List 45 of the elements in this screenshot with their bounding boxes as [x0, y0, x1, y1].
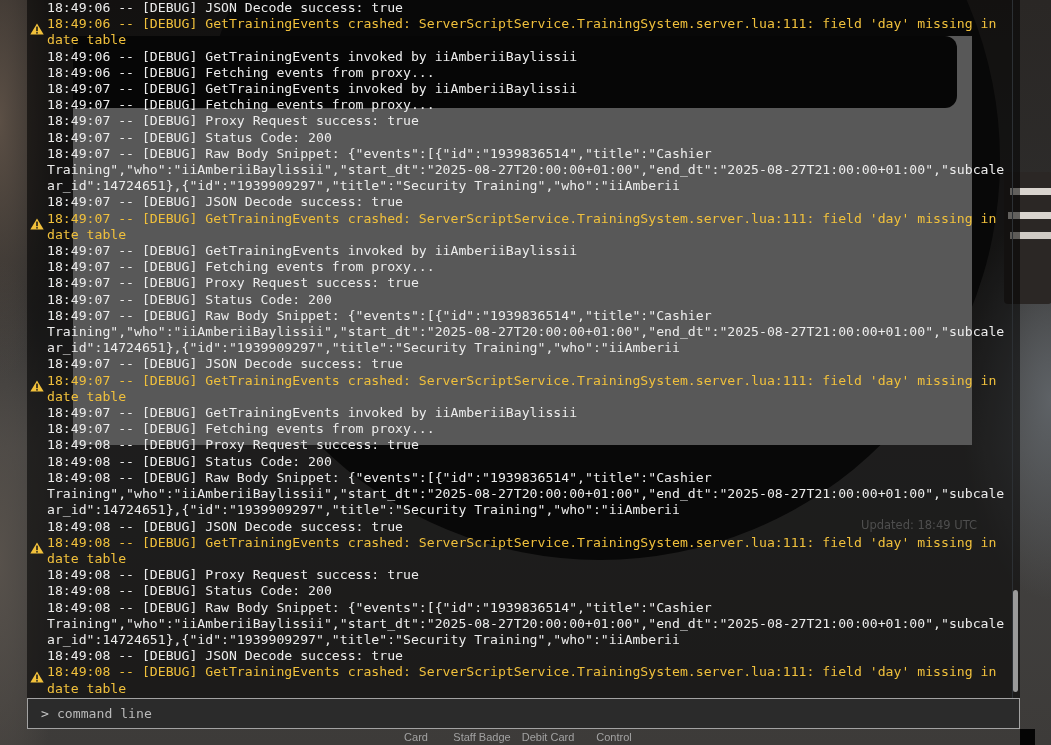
log-message: 18:49:07 -- [DEBUG] GetTrainingEvents crashed: ServerScriptService.TrainingSystem.server.lua:111: field 'day' missing in date table [47, 210, 997, 244]
hotbar-label: Debit Card [520, 731, 576, 743]
log-message: 18:49:07 -- [DEBUG] GetTrainingEvents invoked by iiAmberiiBaylissii [47, 243, 578, 260]
log-message: 18:49:07 -- [DEBUG] Raw Body Snippet: {"events":[{"id":"1939836514","title":"Cashier Training","who":"iiAmberiiBaylissii","start_dt":"2025-08-27T20:00:00+01:00","end_dt":"2025-08-27T21:00:00+01:00","subcale ar_id":14724651},{"id":"1939909297","title":"Security Training","who":"iiAmberii [47, 145, 1005, 195]
log-message: 18:49:06 -- [DEBUG] JSON Decode success: true [47, 0, 403, 17]
log-message: 18:49:07 -- [DEBUG] Proxy Request success: true [47, 113, 419, 130]
log-message: 18:49:08 -- [DEBUG] JSON Decode success: true [47, 648, 403, 665]
warning-icon [30, 541, 44, 554]
command-line-bar[interactable]: > command line [27, 698, 1020, 729]
log-message: 18:49:08 -- [DEBUG] Raw Body Snippet: {"events":[{"id":"1939836514","title":"Cashier Training","who":"iiAmberiiBaylissii","start_dt":"2025-08-27T20:00:00+01:00","end_dt":"2025-08-27T21:00:00+01:00","subcale ar_id":14724651},{"id":"1939909297","title":"Security Training","who":"iiAmberii [47, 599, 1005, 649]
log-message: 18:49:08 -- [DEBUG] Status Code: 200 [47, 583, 332, 600]
log-message: 18:49:08 -- [DEBUG] Status Code: 200 [47, 453, 332, 470]
log-message: 18:49:07 -- [DEBUG] GetTrainingEvents invoked by iiAmberiiBaylissii [47, 405, 578, 422]
hotbar-label: Staff Badge [452, 731, 512, 743]
warning-icon [30, 379, 44, 392]
warning-icon [30, 671, 44, 684]
scrollbar-track[interactable] [1012, 0, 1020, 698]
log-message: 18:49:08 -- [DEBUG] Proxy Request success: true [47, 437, 419, 454]
log-message: 18:49:07 -- [DEBUG] Status Code: 200 [47, 291, 332, 308]
log-message: 18:49:07 -- [DEBUG] Fetching events from proxy... [47, 421, 435, 438]
log-message: 18:49:07 -- [DEBUG] Proxy Request success: true [47, 275, 419, 292]
log-message: 18:49:08 -- [DEBUG] GetTrainingEvents crashed: ServerScriptService.TrainingSystem.server.lua:111: field 'day' missing in date table [47, 534, 997, 568]
log-message: 18:49:07 -- [DEBUG] GetTrainingEvents crashed: ServerScriptService.TrainingSystem.server.lua:111: field 'day' missing in date table [47, 372, 997, 406]
warning-icon [30, 23, 44, 36]
log-message: 18:49:07 -- [DEBUG] Fetching events from proxy... [47, 97, 435, 114]
log-message: 18:49:07 -- [DEBUG] Raw Body Snippet: {"events":[{"id":"1939836514","title":"Cashier Training","who":"iiAmberiiBaylissii","start_dt":"2025-08-27T20:00:00+01:00","end_dt":"2025-08-27T21:00:00+01:00","subcale ar_id":14724651},{"id":"1939909297","title":"Security Training","who":"iiAmberii [47, 307, 1005, 357]
log-message: 18:49:08 -- [DEBUG] GetTrainingEvents crashed: ServerScriptService.TrainingSystem.server.lua:111: field 'day' missing in date table [47, 664, 997, 697]
log-message: 18:49:07 -- [DEBUG] Fetching events from proxy... [47, 259, 435, 276]
log-message: 18:49:06 -- [DEBUG] Fetching events from proxy... [47, 64, 435, 81]
log-message: 18:49:08 -- [DEBUG] Raw Body Snippet: {"events":[{"id":"1939836514","title":"Cashier Training","who":"iiAmberiiBaylissii","start_dt":"2025-08-27T20:00:00+01:00","end_dt":"2025-08-27T21:00:00+01:00","subcale ar_id":14724651},{"id":"1939909297","title":"Security Training","who":"iiAmberii [47, 469, 1005, 519]
log-message: 18:49:07 -- [DEBUG] GetTrainingEvents invoked by iiAmberiiBaylissii [47, 81, 578, 98]
log-message: 18:49:08 -- [DEBUG] Proxy Request success: true [47, 567, 419, 584]
hotbar-label: Card [403, 731, 429, 743]
hotbar-label: Control [595, 731, 633, 743]
scrollbar-thumb[interactable] [1013, 590, 1018, 692]
log-message: 18:49:07 -- [DEBUG] Status Code: 200 [47, 129, 332, 146]
corner-panel [1020, 729, 1035, 745]
log-message: 18:49:07 -- [DEBUG] JSON Decode success: true [47, 194, 403, 211]
log-message: 18:49:06 -- [DEBUG] GetTrainingEvents invoked by iiAmberiiBaylissii [47, 48, 578, 65]
log-message: 18:49:08 -- [DEBUG] JSON Decode success: true [47, 518, 403, 535]
command-line-field[interactable]: command line [56, 706, 1011, 721]
log-message: 18:49:06 -- [DEBUG] GetTrainingEvents crashed: ServerScriptService.TrainingSystem.server.lua:111: field 'day' missing in date table [47, 16, 997, 49]
warning-icon [30, 217, 44, 230]
prompt-symbol: > [41, 706, 49, 721]
log-message: 18:49:07 -- [DEBUG] JSON Decode success: true [47, 356, 403, 373]
